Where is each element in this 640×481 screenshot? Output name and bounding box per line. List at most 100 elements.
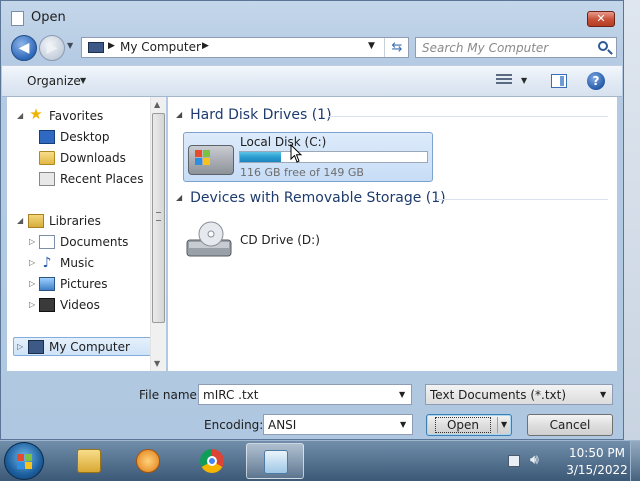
desktop-icon [39, 130, 55, 144]
search-icon[interactable] [598, 41, 608, 51]
sidebar-item-label: Downloads [60, 151, 126, 165]
drive-item-local-disk-c[interactable]: Local Disk (C:) 116 GB free of 149 GB [183, 132, 433, 182]
navigation-scrollbar[interactable]: ▲ ▼ [150, 97, 166, 371]
preview-pane-icon[interactable] [551, 74, 567, 88]
collapse-arrow-icon[interactable]: ▷ [17, 342, 23, 351]
action-center-flag-icon[interactable] [508, 455, 520, 467]
taskbar-chrome[interactable] [183, 443, 241, 479]
chevron-down-icon[interactable]: ▼ [400, 420, 406, 429]
navigation-pane: ◢ ★ Favorites Desktop Downloads Recent P… [7, 97, 166, 371]
address-dropdown-icon[interactable]: ▼ [368, 41, 375, 51]
collapse-arrow-icon[interactable]: ▷ [29, 279, 35, 288]
libraries-icon [28, 214, 44, 228]
collapse-arrow-icon[interactable]: ▷ [29, 237, 35, 246]
file-type-value: Text Documents (*.txt) [430, 388, 567, 402]
sidebar-item-music[interactable]: ▷ ♪ Music [7, 254, 147, 272]
window-title: Open [31, 10, 66, 25]
expand-arrow-icon[interactable]: ◢ [17, 111, 23, 120]
cancel-button[interactable]: Cancel [527, 414, 613, 436]
taskbar-notepad[interactable] [246, 443, 304, 479]
recent-locations-dropdown[interactable]: ▼ [67, 41, 73, 50]
collapse-group-icon[interactable]: ◢ [176, 110, 182, 119]
help-icon[interactable]: ? [587, 72, 605, 90]
sidebar-item-label: Documents [60, 235, 129, 249]
file-name-value[interactable]: mIRC .txt [203, 388, 259, 402]
refresh-icon[interactable]: ⇆ [384, 38, 409, 57]
hard-drive-icon [188, 145, 234, 175]
document-icon [11, 11, 24, 26]
sidebar-item-videos[interactable]: ▷ Videos [7, 296, 147, 314]
clock-date[interactable]: 3/15/2022 [560, 463, 634, 477]
volume-icon[interactable]: 🔊︎ [530, 452, 539, 468]
recent-places-icon [39, 172, 55, 186]
sidebar-item-label: Videos [60, 298, 100, 312]
collapse-arrow-icon[interactable]: ▷ [29, 258, 35, 267]
chevron-down-icon[interactable]: ▼ [600, 390, 606, 399]
explorer-icon [77, 449, 101, 473]
drive-item-cd-drive-d[interactable]: CD Drive (D:) [240, 233, 320, 247]
open-button[interactable]: Open ▼ [426, 414, 512, 436]
close-button[interactable]: ✕ [587, 11, 615, 27]
expand-arrow-icon[interactable]: ◢ [17, 216, 23, 225]
folder-icon [39, 151, 55, 165]
chevron-down-icon[interactable]: ▼ [399, 390, 405, 399]
sidebar-item-label: Pictures [60, 277, 108, 291]
drive-free-space: 116 GB free of 149 GB [240, 166, 364, 179]
views-icon[interactable] [496, 74, 512, 87]
forward-button[interactable]: ▶ [39, 35, 65, 61]
drive-name: Local Disk (C:) [240, 135, 327, 149]
capacity-bar [239, 151, 428, 163]
scroll-down-icon[interactable]: ▼ [154, 359, 160, 368]
search-box[interactable] [415, 37, 617, 58]
start-button[interactable] [4, 442, 44, 480]
sidebar-item-desktop[interactable]: Desktop [7, 128, 147, 146]
scrollbar-thumb[interactable] [152, 113, 165, 323]
taskbar-media-player[interactable] [119, 443, 177, 479]
windows-logo-icon [17, 454, 33, 470]
clock-time[interactable]: 10:50 PM [560, 446, 634, 460]
sidebar-group-label: Libraries [49, 214, 101, 228]
videos-icon [39, 298, 55, 312]
collapse-group-icon[interactable]: ◢ [176, 193, 182, 202]
group-header-hard-disk-drives[interactable]: ◢ Hard Disk Drives (1) [176, 107, 332, 123]
open-dialog: Open ✕ ◀ ▶ ▼ ▶ My Computer ▶ ▼ ⇆ Organiz… [0, 0, 624, 440]
star-icon: ★ [29, 105, 43, 123]
sidebar-item-label: Desktop [60, 130, 110, 144]
address-bar[interactable]: ▶ My Computer ▶ ▼ ⇆ [81, 37, 409, 58]
sidebar-item-my-computer[interactable]: ▷ My Computer [7, 338, 147, 356]
group-header-removable-storage[interactable]: ◢ Devices with Removable Storage (1) [176, 190, 446, 206]
chrome-icon [200, 449, 224, 473]
back-button[interactable]: ◀ [11, 35, 37, 61]
sidebar-item-pictures[interactable]: ▷ Pictures [7, 275, 147, 293]
scroll-up-icon[interactable]: ▲ [154, 100, 160, 109]
sidebar-item-documents[interactable]: ▷ Documents [7, 233, 147, 251]
file-type-select[interactable]: Text Documents (*.txt) ▼ [425, 384, 613, 405]
desktop-background [622, 0, 640, 440]
breadcrumb-chevron-icon[interactable]: ▶ [108, 41, 115, 51]
encoding-label: Encoding: [204, 418, 264, 432]
computer-icon [28, 340, 44, 354]
documents-icon [39, 235, 55, 249]
chevron-down-icon[interactable]: ▼ [501, 415, 507, 435]
breadcrumb-my-computer[interactable]: My Computer [120, 40, 201, 54]
sidebar-group-libraries[interactable]: ◢ Libraries [7, 212, 147, 230]
cd-drive-icon [186, 221, 232, 257]
group-divider [328, 116, 608, 117]
chevron-down-icon[interactable]: ▼ [80, 76, 86, 85]
breadcrumb-chevron-icon[interactable]: ▶ [202, 41, 209, 51]
sidebar-item-downloads[interactable]: Downloads [7, 149, 147, 167]
sidebar-item-recent-places[interactable]: Recent Places [7, 170, 147, 188]
pictures-icon [39, 277, 55, 291]
encoding-select[interactable]: ANSI ▼ [263, 414, 413, 435]
windows-logo-icon [195, 150, 211, 166]
sidebar-group-favorites[interactable]: ◢ ★ Favorites [7, 107, 147, 125]
taskbar-explorer[interactable] [60, 443, 118, 479]
organize-button[interactable]: Organize [27, 74, 81, 88]
notepad-icon [264, 450, 288, 474]
file-name-input[interactable]: mIRC .txt ▼ [198, 384, 412, 405]
show-desktop-button[interactable] [630, 441, 640, 481]
search-input[interactable] [422, 40, 592, 55]
chevron-down-icon[interactable]: ▼ [521, 76, 527, 85]
collapse-arrow-icon[interactable]: ▷ [29, 300, 35, 309]
group-divider [436, 199, 608, 200]
